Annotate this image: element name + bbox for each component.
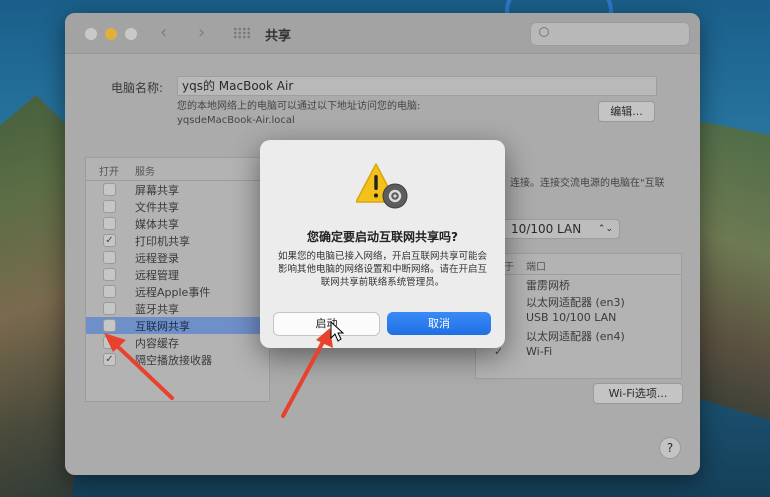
port-row-thunderbolt-bridge[interactable]: 雷雳网桥 [476, 276, 681, 293]
port-label: USB 10/100 LAN [526, 311, 617, 324]
service-label: 文件共享 [135, 201, 179, 214]
search-icon [539, 27, 549, 37]
service-row-internet-sharing[interactable]: 互联网共享 [86, 317, 269, 334]
service-row-bluetooth-sharing[interactable]: 蓝牙共享 [86, 300, 269, 317]
close-window-button[interactable] [85, 28, 97, 40]
service-checkbox[interactable] [103, 302, 116, 315]
alert-title: 您确定要启动互联网共享吗? [307, 230, 458, 244]
service-row-remote-apple-events[interactable]: 远程Apple事件 [86, 283, 269, 300]
service-label: 媒体共享 [135, 218, 179, 231]
port-row-wifi[interactable]: ✓ Wi-Fi [476, 344, 681, 361]
service-label: 内容缓存 [135, 337, 179, 350]
back-arrow-icon[interactable]: ‹ [160, 22, 167, 43]
service-row-file-sharing[interactable]: 文件共享 [86, 198, 269, 215]
address-hostname: yqsdeMacBook-Air.local [177, 115, 295, 126]
start-button[interactable]: 启动 [273, 312, 380, 336]
computer-name-field[interactable]: yqs的 MacBook Air [177, 76, 657, 96]
service-checkbox-checked[interactable]: ✓ [103, 353, 116, 366]
port-label: 雷雳网桥 [526, 279, 570, 292]
service-row-printer-sharing[interactable]: ✓ 打印机共享 [86, 232, 269, 249]
service-row-screen-sharing[interactable]: 屏幕共享 [86, 181, 269, 198]
zoom-window-button[interactable] [125, 28, 137, 40]
search-field[interactable] [530, 22, 690, 46]
address-desc-line: 您的本地网络上的电脑可以通过以下地址访问您的电脑: [177, 101, 421, 112]
alert-message: 如果您的电脑已接入网络，开启互联网共享可能会影响其他电脑的网络设置和中断网络。请… [278, 251, 488, 288]
header-port: 端口 [526, 262, 546, 273]
port-row-usb-lan[interactable]: USB 10/100 LAN [476, 310, 681, 327]
service-row-airplay-receiver[interactable]: ✓ 隔空播放接收器 [86, 351, 269, 368]
service-label: 互联网共享 [135, 320, 190, 333]
port-label: Wi-Fi [526, 345, 553, 358]
share-from-popup[interactable]: 10/100 LAN ⌃⌄ [502, 219, 620, 239]
port-label: 以太网适配器 (en3) [526, 296, 625, 309]
minimize-window-button[interactable] [105, 28, 117, 40]
service-checkbox[interactable] [103, 251, 116, 264]
service-row-remote-login[interactable]: 远程登录 [86, 249, 269, 266]
header-to: 于 [504, 262, 514, 273]
service-label: 屏幕共享 [135, 184, 179, 197]
computer-address-desc: 您的本地网络上的电脑可以通过以下地址访问您的电脑: yqsdeMacBook-A… [177, 100, 420, 128]
show-all-grid-icon[interactable] [233, 27, 251, 39]
port-row-ethernet-en3[interactable]: 以太网适配器 (en3) [476, 293, 681, 310]
window-title: 共享 [265, 29, 292, 44]
confirm-internet-sharing-dialog: 您确定要启动互联网共享吗? 如果您的电脑已接入网络，开启互联网共享可能会影响其他… [260, 140, 505, 348]
header-service: 服务 [135, 167, 155, 178]
service-checkbox-checked[interactable]: ✓ [103, 234, 116, 247]
edit-button[interactable]: 编辑... [598, 101, 655, 122]
wifi-options-button[interactable]: Wi-Fi选项... [593, 383, 683, 404]
service-label: 远程管理 [135, 269, 179, 282]
service-label: 远程登录 [135, 252, 179, 265]
ports-list-header: 于 端口 [476, 254, 681, 275]
services-list-header: 打开 服务 [86, 158, 269, 181]
ports-list: 于 端口 雷雳网桥 以太网适配器 (en3) USB 10/100 LAN 以太… [475, 253, 682, 379]
service-checkbox[interactable] [103, 268, 116, 281]
warning-icon [356, 163, 408, 209]
port-row-ethernet-en4[interactable]: 以太网适配器 (en4) [476, 327, 681, 344]
service-label: 远程Apple事件 [135, 286, 211, 299]
service-checkbox[interactable] [103, 336, 116, 349]
computer-name-label: 电脑名称: [111, 81, 164, 95]
service-label: 打印机共享 [135, 235, 190, 248]
service-checkbox[interactable] [103, 217, 116, 230]
window-titlebar: ‹ › 共享 [65, 13, 700, 54]
service-checkbox[interactable] [103, 200, 116, 213]
service-checkbox[interactable] [103, 285, 116, 298]
port-label: 以太网适配器 (en4) [526, 330, 625, 343]
cancel-button[interactable]: 取消 [387, 312, 491, 335]
internet-sharing-checkbox[interactable] [103, 319, 116, 332]
service-row-media-sharing[interactable]: 媒体共享 [86, 215, 269, 232]
service-checkbox[interactable] [103, 183, 116, 196]
services-list: 打开 服务 屏幕共享 文件共享 媒体共享 ✓ 打印机共享 远程登录 远程管理 远… [85, 157, 270, 402]
service-label: 蓝牙共享 [135, 303, 179, 316]
service-label: 隔空播放接收器 [135, 354, 212, 367]
forward-arrow-icon[interactable]: › [198, 22, 205, 43]
service-row-content-caching[interactable]: 内容缓存 [86, 334, 269, 351]
service-row-remote-management[interactable]: 远程管理 [86, 266, 269, 283]
share-from-value: 10/100 LAN [511, 222, 582, 236]
header-on: 打开 [99, 167, 119, 178]
internet-sharing-desc: 连接。连接交流电源的电脑在"互联 [510, 178, 665, 189]
chevron-updown-icon: ⌃⌄ [597, 224, 613, 234]
help-button[interactable]: ? [659, 437, 681, 459]
